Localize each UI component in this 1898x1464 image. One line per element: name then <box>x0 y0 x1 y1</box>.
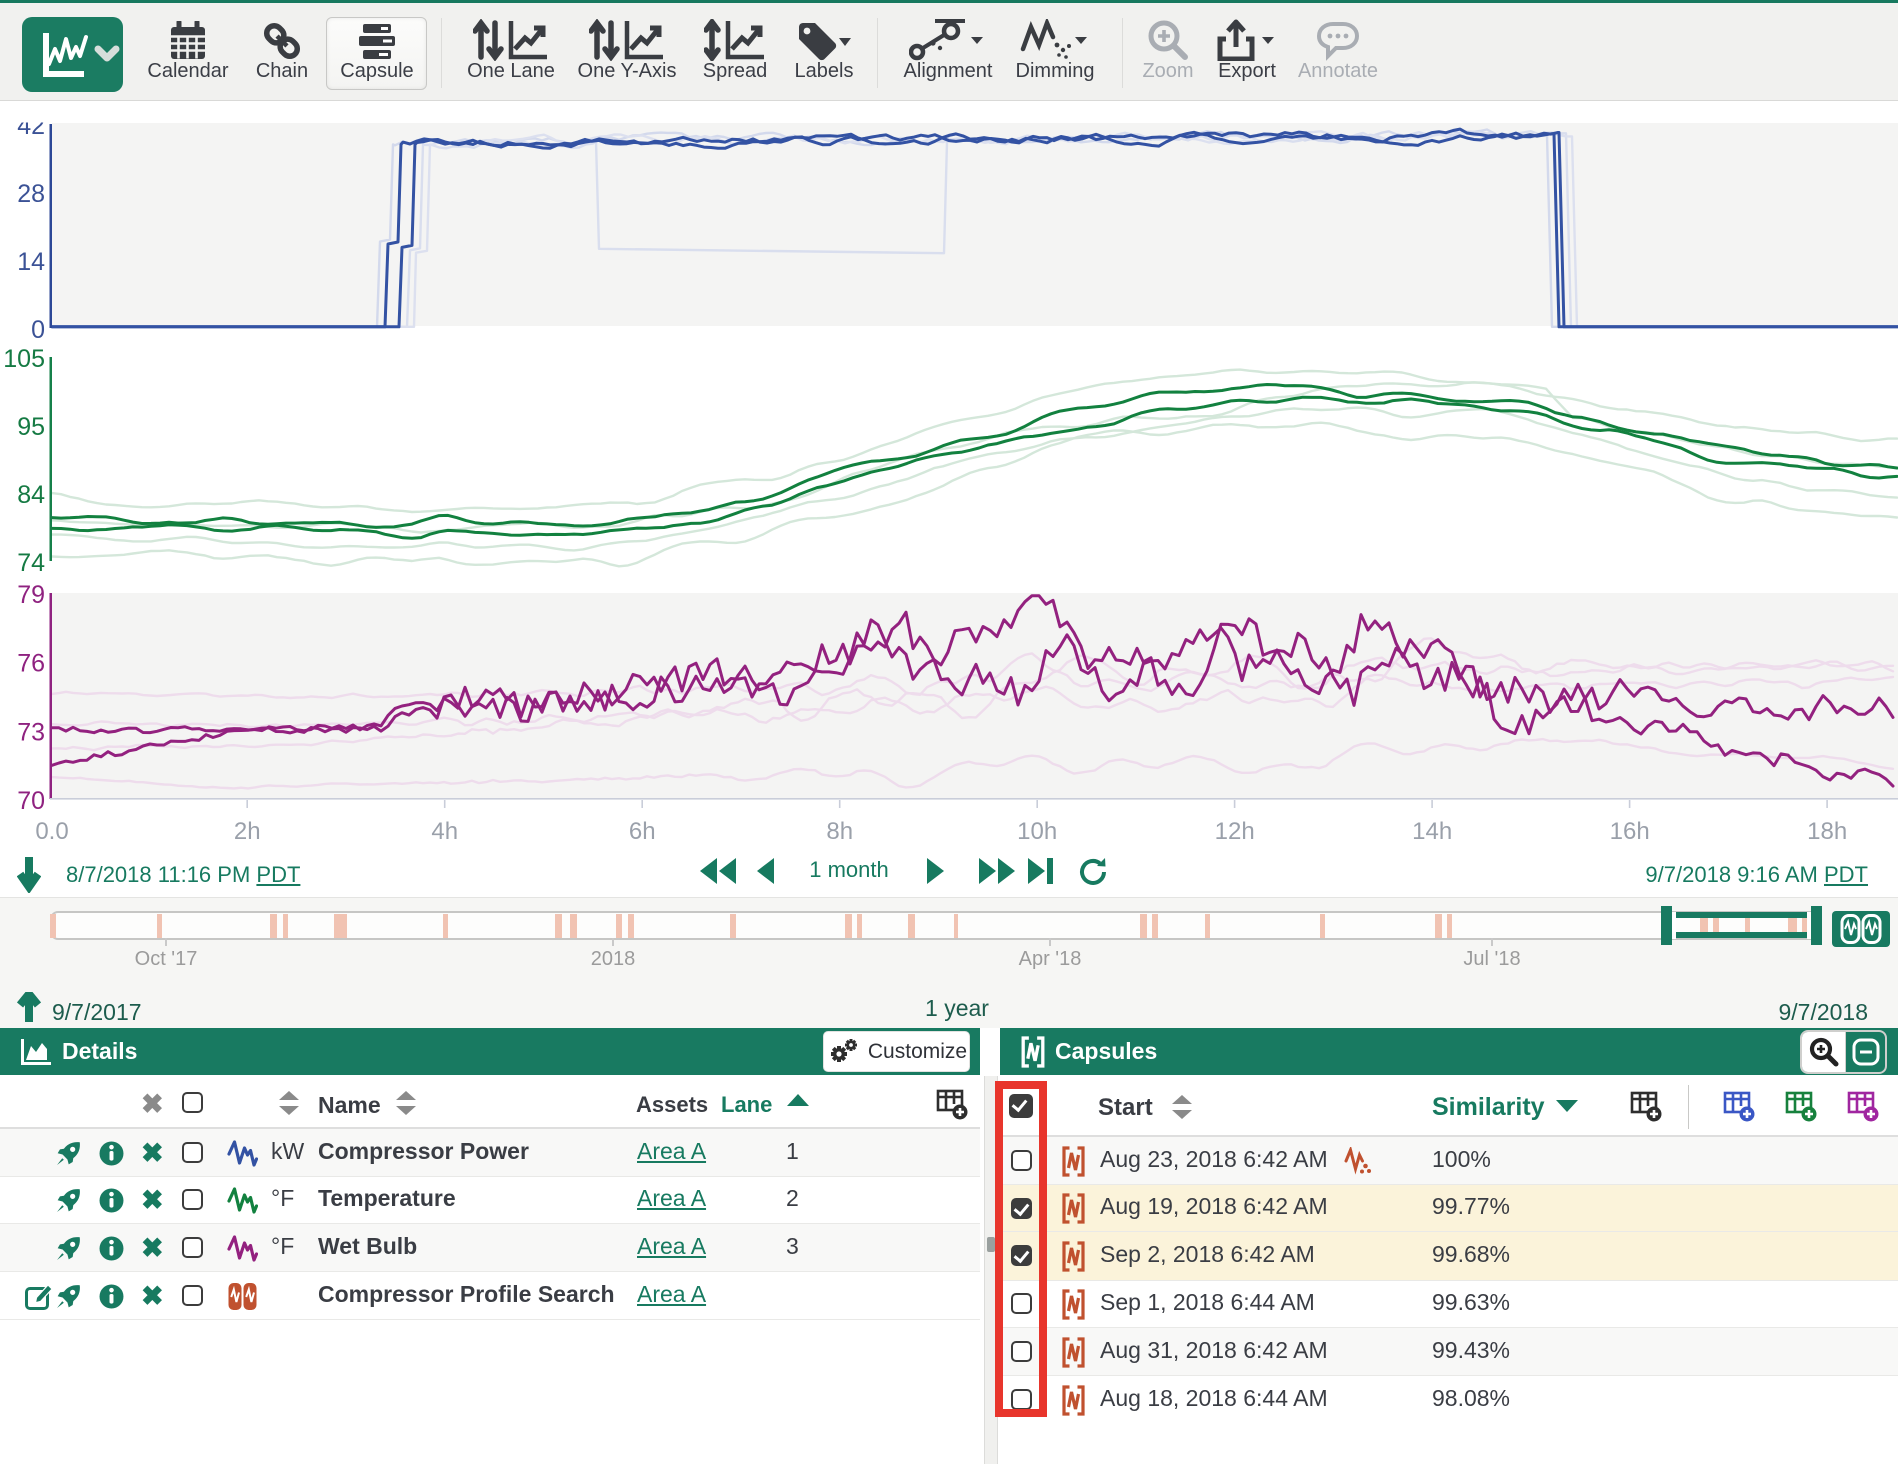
svg-text:6h: 6h <box>629 818 656 845</box>
svg-text:18h: 18h <box>1807 818 1847 845</box>
svg-text:74: 74 <box>17 549 45 577</box>
svg-text:95: 95 <box>17 413 45 441</box>
svg-text:12h: 12h <box>1215 818 1255 845</box>
svg-text:0.0: 0.0 <box>35 818 68 845</box>
svg-text:0: 0 <box>31 316 45 344</box>
svg-text:14h: 14h <box>1412 818 1452 845</box>
svg-text:8h: 8h <box>826 818 853 845</box>
svg-text:70: 70 <box>17 787 45 815</box>
svg-text:105: 105 <box>3 345 45 373</box>
svg-text:16h: 16h <box>1610 818 1650 845</box>
svg-text:10h: 10h <box>1017 818 1057 845</box>
svg-text:84: 84 <box>17 481 45 509</box>
svg-text:76: 76 <box>17 650 45 678</box>
svg-text:4h: 4h <box>431 818 458 845</box>
svg-text:79: 79 <box>17 581 45 609</box>
svg-text:73: 73 <box>17 718 45 746</box>
svg-text:14: 14 <box>17 248 45 276</box>
svg-text:28: 28 <box>17 180 45 208</box>
svg-text:2h: 2h <box>234 818 261 845</box>
